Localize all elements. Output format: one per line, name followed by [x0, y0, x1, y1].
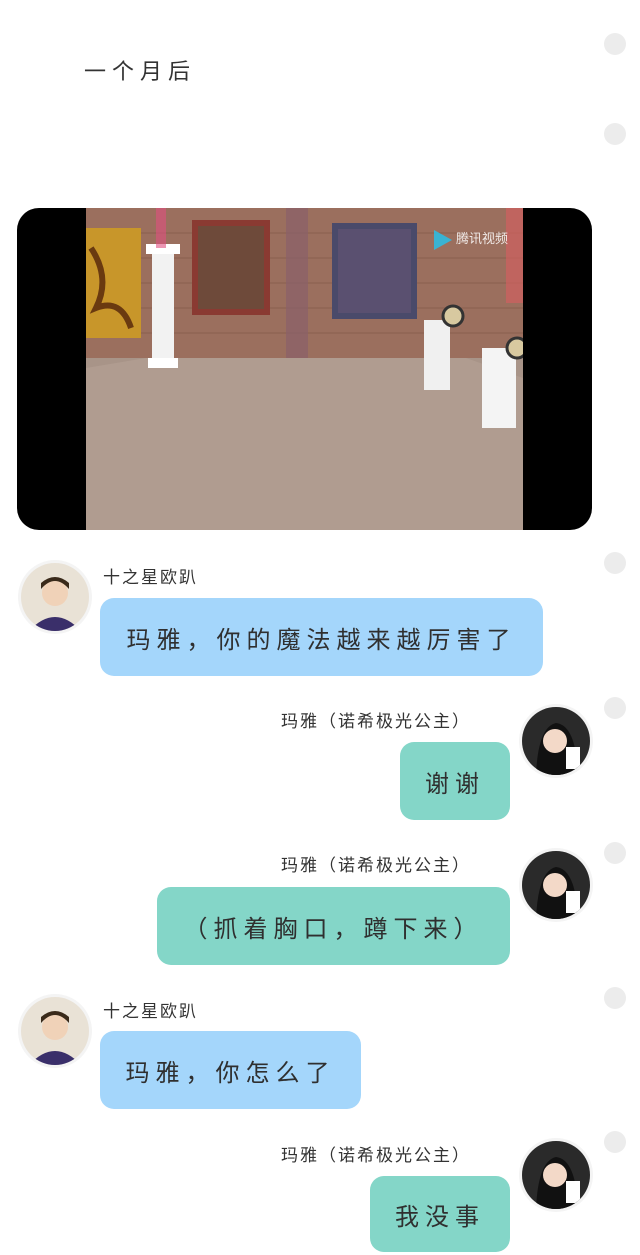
avatar-right[interactable]: [522, 851, 590, 919]
avatar-left[interactable]: [21, 563, 89, 631]
boy-avatar-icon: [21, 563, 89, 631]
girl-avatar-icon: [522, 851, 590, 919]
narration-text: 一个月后: [84, 60, 197, 85]
message-bubble[interactable]: 玛雅，你的魔法越来越厉害了: [100, 598, 543, 676]
sender-name: 玛雅（诺希极光公主）: [281, 856, 471, 876]
message-bubble[interactable]: 谢谢: [400, 742, 510, 820]
sender-name: 十之星欧趴: [103, 1002, 198, 1022]
scroll-dot: [604, 552, 626, 574]
scroll-dot: [604, 697, 626, 719]
message-bubble[interactable]: 玛雅，你怎么了: [100, 1031, 361, 1109]
sender-name: 十之星欧趴: [103, 568, 198, 588]
scroll-dot: [604, 842, 626, 864]
scroll-dot: [604, 1131, 626, 1153]
video-watermark: 腾讯视频: [434, 228, 508, 250]
girl-avatar-icon: [522, 707, 590, 775]
sender-name: 玛雅（诺希极光公主）: [281, 1146, 471, 1166]
scroll-dot: [604, 987, 626, 1009]
message-bubble[interactable]: （抓着胸口，蹲下来）: [157, 887, 510, 965]
avatar-right[interactable]: [522, 707, 590, 775]
boy-avatar-icon: [21, 997, 89, 1065]
message-bubble[interactable]: 我没事: [370, 1176, 510, 1252]
avatar-right[interactable]: [522, 1141, 590, 1209]
play-logo-icon: [434, 229, 452, 250]
avatar-left[interactable]: [21, 997, 89, 1065]
video-player[interactable]: 腾讯视频: [17, 208, 592, 530]
scroll-dot: [604, 33, 626, 55]
watermark-text: 腾讯视频: [456, 232, 509, 247]
scroll-dot: [604, 123, 626, 145]
video-frame-image: [86, 208, 523, 530]
sender-name: 玛雅（诺希极光公主）: [281, 712, 471, 732]
girl-avatar-icon: [522, 1141, 590, 1209]
